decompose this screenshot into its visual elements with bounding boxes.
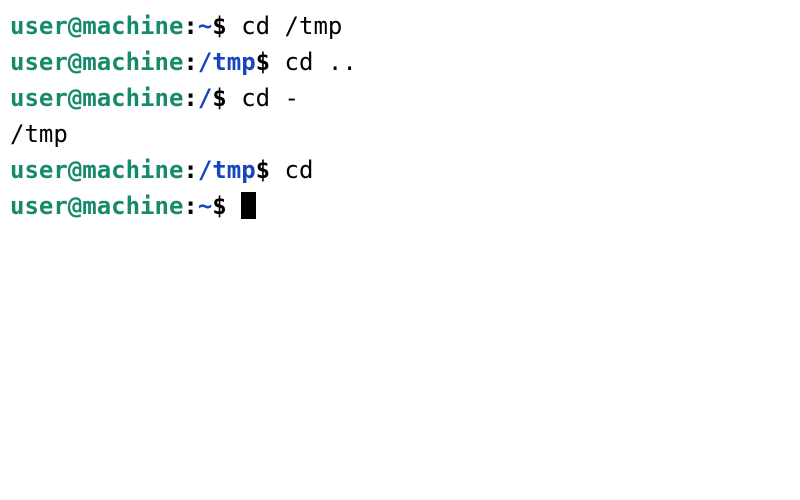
prompt-dollar: $ [212,12,241,40]
prompt-colon: : [183,48,197,76]
prompt-colon: : [183,156,197,184]
prompt-path: /tmp [198,48,256,76]
terminal-line: user@machine:~$ cd /tmp [10,8,790,44]
prompt-path: /tmp [198,156,256,184]
terminal-line: user@machine:/tmp$ cd [10,152,790,188]
prompt-user-host: user@machine [10,48,183,76]
command-text: cd [285,156,314,184]
prompt-colon: : [183,84,197,112]
prompt-path: ~ [198,192,212,220]
prompt-path: ~ [198,12,212,40]
command-text: cd /tmp [241,12,342,40]
terminal-line-active[interactable]: user@machine:~$ [10,188,790,224]
prompt-dollar: $ [212,192,241,220]
terminal[interactable]: user@machine:~$ cd /tmp user@machine:/tm… [10,8,790,224]
output-text: /tmp [10,120,68,148]
cursor-icon [241,192,255,218]
prompt-user-host: user@machine [10,84,183,112]
command-text: cd .. [285,48,357,76]
prompt-dollar: $ [256,156,285,184]
prompt-dollar: $ [212,84,241,112]
prompt-colon: : [183,12,197,40]
command-text: cd - [241,84,299,112]
prompt-path: / [198,84,212,112]
terminal-line: user@machine:/$ cd - [10,80,790,116]
prompt-dollar: $ [256,48,285,76]
prompt-user-host: user@machine [10,192,183,220]
terminal-output-line: /tmp [10,116,790,152]
prompt-user-host: user@machine [10,156,183,184]
prompt-colon: : [183,192,197,220]
prompt-user-host: user@machine [10,12,183,40]
terminal-line: user@machine:/tmp$ cd .. [10,44,790,80]
